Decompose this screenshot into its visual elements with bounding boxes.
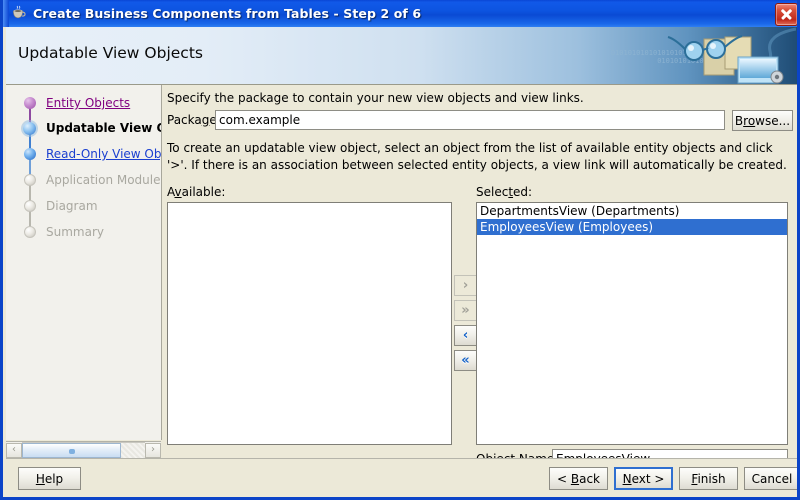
package-input[interactable] [215,110,725,130]
scroll-right-arrow-icon[interactable]: › [145,442,161,458]
titlebar-shine [3,0,9,27]
wizard-step-sidebar: Entity Objects Updatable View Obje Read-… [6,85,162,440]
selected-label: Selected: [476,185,533,199]
step-marker-icon [23,147,37,161]
scroll-left-arrow-icon[interactable]: ‹ [6,442,22,458]
sidebar-item-label: Read-Only View Objects [46,147,162,161]
sidebar-item-label: Diagram [46,199,98,213]
sidebar-item-label: Updatable View Obje [46,121,161,135]
move-right-button: › [454,275,477,296]
step-marker-disabled-icon [23,225,37,239]
next-button[interactable]: Next > [614,467,673,490]
step-marker-disabled-icon [23,173,37,187]
sidebar-item-diagram: Diagram [6,196,98,216]
sidebar-item-label: Application Module [46,173,161,187]
sidebar-item-application-module: Application Module [6,170,161,190]
chevron-left-icon: ‹ [462,328,469,343]
move-all-left-button[interactable]: « [454,350,477,371]
scrollbar-thumb[interactable] [22,442,121,458]
sidebar-item-entity-objects[interactable]: Entity Objects [6,93,130,113]
list-item[interactable]: EmployeesView (Employees) [477,219,787,235]
move-all-right-button: » [454,300,477,321]
title-bar: Create Business Components from Tables -… [3,0,797,27]
window-title: Create Business Components from Tables -… [33,6,422,21]
sidebar-horizontal-scrollbar[interactable]: ‹ › [6,441,161,459]
sidebar-item-read-only-view-objects[interactable]: Read-Only View Objects [6,144,162,164]
wizard-banner-illustration [667,27,796,84]
sidebar-item-updatable-view-objects[interactable]: Updatable View Obje [6,118,161,138]
transfer-button-group: › » ‹ « [454,275,477,375]
package-label: Package: [167,113,221,127]
wizard-banner: Updatable View Objects 01010101010101010… [6,27,797,84]
available-list[interactable] [167,202,452,445]
finish-button[interactable]: Finish [679,467,738,490]
dialog-footer: Help < Back Next > Finish Cancel [6,459,797,497]
intro-text: Specify the package to contain your new … [167,91,584,105]
wizard-dialog: Create Business Components from Tables -… [0,0,800,500]
help-button[interactable]: Help [18,467,81,490]
back-button[interactable]: < Back [549,467,608,490]
browse-button[interactable]: Browse... [732,110,793,131]
close-icon[interactable] [775,3,797,26]
scrollbar-track[interactable] [22,441,145,459]
selected-list[interactable]: DepartmentsView (Departments) EmployeesV… [476,202,788,445]
sidebar-item-label: Entity Objects [46,96,131,110]
list-item[interactable]: DepartmentsView (Departments) [477,203,787,219]
description-text: To create an updatable view object, sele… [167,141,787,172]
chevron-right-icon: › [462,278,469,293]
step-marker-visited-icon [23,96,37,110]
double-chevron-right-icon: » [461,303,470,318]
package-row: Package: Browse... [167,110,793,131]
sidebar-item-label: Summary [46,225,104,239]
coffee-cup-icon [10,5,27,22]
step-marker-current-icon [21,120,38,137]
sidebar-item-summary: Summary [6,222,104,242]
double-chevron-left-icon: « [461,353,470,368]
move-left-button[interactable]: ‹ [454,325,477,346]
step-marker-disabled-icon [23,199,37,213]
wizard-content-panel: Specify the package to contain your new … [162,85,797,469]
available-label: Available: [167,185,226,199]
cancel-button[interactable]: Cancel [744,467,797,490]
page-title: Updatable View Objects [18,44,203,62]
